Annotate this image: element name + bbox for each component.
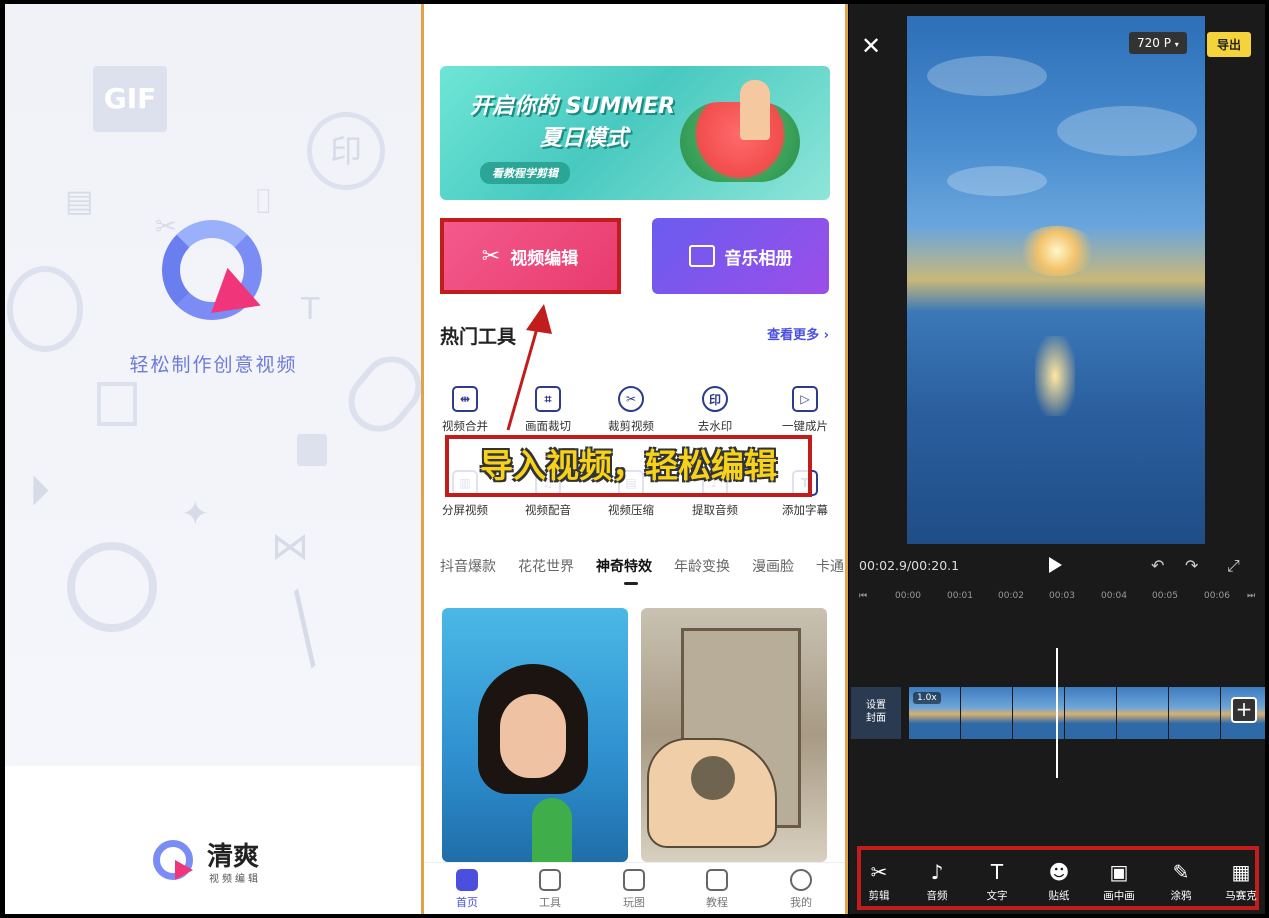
speed-badge: 1.0x (913, 692, 941, 704)
ruler-tick: 00:02 (998, 591, 1024, 601)
text-icon: T (990, 860, 1004, 884)
skip-end-icon[interactable]: ⏭ (1247, 591, 1255, 601)
fullscreen-icon[interactable]: ⤢ (1227, 556, 1240, 576)
tool-mosaic[interactable]: ▦ 马赛克 (1211, 860, 1265, 903)
tool-pip[interactable]: ▣ 画中画 (1089, 860, 1149, 903)
tool-text[interactable]: T 文字 (967, 860, 1027, 903)
scissors-icon: ✂ (870, 860, 888, 884)
resolution-dropdown[interactable]: 720 P ▾ (1129, 32, 1187, 54)
redo-icon[interactable]: ↷ (1185, 556, 1198, 575)
playback-time: 00:02.9/00:20.1 (859, 558, 960, 573)
tool-audio[interactable]: ♪ 音频 (907, 860, 967, 903)
play-icon[interactable] (1049, 557, 1062, 573)
ruler-tick: 00:00 (895, 591, 921, 601)
tool-sticker[interactable]: ☻ 贴纸 (1029, 860, 1089, 903)
mosaic-icon: ▦ (1231, 860, 1251, 884)
pip-icon: ▣ (1109, 860, 1129, 884)
video-track[interactable] (909, 687, 1265, 739)
sun-reflection (1035, 336, 1075, 416)
tool-edit[interactable]: ✂ 剪辑 (849, 860, 909, 903)
ruler-tick: 00:01 (947, 591, 973, 601)
ruler-tick: 00:05 (1152, 591, 1178, 601)
tool-doodle[interactable]: ✎ 涂鸦 (1151, 860, 1211, 903)
set-cover-button[interactable]: 设置 封面 (851, 687, 901, 739)
add-clip-button[interactable]: + (1231, 697, 1257, 723)
video-preview[interactable] (907, 16, 1205, 544)
timeline-ruler: ⏮ 00:00 00:01 00:02 00:03 00:04 00:05 00… (859, 588, 1259, 604)
music-note-icon: ♪ (930, 860, 944, 884)
skip-start-icon[interactable]: ⏮ (859, 591, 867, 601)
editor-screen: ✕ 720 P ▾ 导出 00:02.9/00:20.1 ↶ ↷ ⤢ ⏮ 00:… (849, 4, 1265, 914)
ruler-tick: 00:04 (1101, 591, 1127, 601)
close-icon[interactable]: ✕ (861, 32, 881, 60)
ruler-tick: 00:03 (1049, 591, 1075, 601)
smiley-icon: ☻ (1048, 860, 1070, 884)
import-video-caption: 导入视频，轻松编辑 (445, 435, 812, 497)
export-button[interactable]: 导出 (1207, 32, 1252, 57)
chevron-down-icon: ▾ (1174, 40, 1179, 49)
sun (1017, 226, 1097, 276)
playhead[interactable] (1056, 648, 1058, 778)
undo-icon[interactable]: ↶ (1151, 556, 1164, 575)
doodle-icon: ✎ (1172, 860, 1190, 884)
ruler-tick: 00:06 (1204, 591, 1230, 601)
